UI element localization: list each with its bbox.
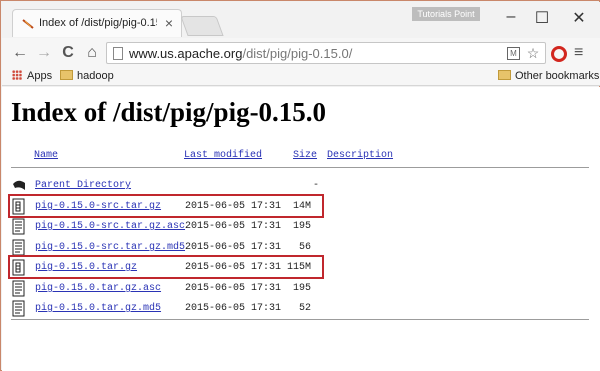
- text-file-icon: [12, 280, 25, 297]
- file-size: 52: [298, 303, 311, 314]
- parent-directory-row: Parent Directory -: [11, 177, 531, 195]
- file-link[interactable]: pig-0.15.0-src.tar.gz.asc: [35, 221, 185, 232]
- reload-icon[interactable]: C: [58, 43, 78, 63]
- column-header-description[interactable]: Description: [327, 150, 393, 161]
- file-size: 56: [298, 242, 311, 253]
- url-text[interactable]: www.us.apache.org/dist/pig/pig-0.15.0/: [129, 46, 352, 61]
- footer-divider: [11, 319, 589, 320]
- title-bar: Index of /dist/pig/pig-0.15 × Tutorials …: [2, 2, 600, 38]
- browser-window: Index of /dist/pig/pig-0.15 × Tutorials …: [0, 0, 600, 371]
- text-file-icon: [12, 218, 25, 235]
- parent-size: -: [312, 180, 319, 191]
- address-bar[interactable]: www.us.apache.org/dist/pig/pig-0.15.0/ M…: [106, 42, 546, 64]
- file-modified: 2015-06-05 17:31: [185, 221, 282, 232]
- tab-title: Index of /dist/pig/pig-0.15: [39, 17, 157, 29]
- text-file-icon: [12, 300, 25, 317]
- brand-watermark: Tutorials Point: [412, 7, 480, 21]
- page-title: Index of /dist/pig/pig-0.15.0: [11, 97, 327, 127]
- menu-icon[interactable]: ≡: [574, 44, 583, 62]
- highlight-box: [8, 255, 324, 279]
- column-header-size[interactable]: Size: [293, 150, 317, 161]
- folder-icon: [498, 70, 511, 80]
- navigation-toolbar: ← → C ⌂ www.us.apache.org/dist/pig/pig-0…: [2, 38, 600, 68]
- star-icon[interactable]: ☆: [525, 45, 541, 61]
- parent-directory-link[interactable]: Parent Directory: [35, 180, 131, 191]
- bookmark-other[interactable]: Other bookmarks: [498, 70, 599, 82]
- table-row: pig-0.15.0.tar.gz.asc 2015-06-05 17:31 195: [11, 280, 531, 298]
- forward-icon[interactable]: →: [34, 43, 54, 63]
- file-link[interactable]: pig-0.15.0-src.tar.gz.md5: [35, 242, 185, 253]
- bookmark-hadoop-label: hadoop: [77, 70, 114, 82]
- bookmark-apps-label: Apps: [27, 70, 53, 82]
- tab-close-icon[interactable]: ×: [165, 15, 173, 31]
- header-divider: [11, 167, 589, 168]
- bookmark-apps[interactable]: Apps: [12, 70, 52, 82]
- minimize-icon[interactable]: –: [496, 8, 526, 26]
- page-content: Index of /dist/pig/pig-0.15.0 Name Last …: [2, 87, 600, 371]
- file-modified: 2015-06-05 17:31: [185, 283, 282, 294]
- bookmarks-bar: Apps hadoop Other bookmarks: [2, 68, 600, 86]
- file-link[interactable]: pig-0.15.0.tar.gz.asc: [35, 283, 161, 294]
- bookmark-hadoop[interactable]: hadoop: [60, 70, 114, 82]
- apps-grid-icon: [12, 70, 22, 80]
- close-window-icon[interactable]: ✕: [564, 8, 594, 28]
- file-size: 195: [292, 221, 311, 232]
- folder-icon: [60, 70, 73, 80]
- table-row: pig-0.15.0-src.tar.gz.asc 2015-06-05 17:3…: [11, 218, 531, 236]
- file-modified: 2015-06-05 17:31: [185, 303, 282, 314]
- column-header-name[interactable]: Name: [34, 150, 58, 161]
- ext-icon[interactable]: M: [507, 47, 520, 60]
- url-domain: www.us.apache.org: [129, 46, 243, 61]
- back-icon[interactable]: ←: [10, 43, 30, 63]
- url-path: /dist/pig/pig-0.15.0/: [242, 46, 353, 61]
- back-arrow-icon: [13, 180, 25, 190]
- highlight-box: [8, 194, 324, 218]
- tab-active[interactable]: Index of /dist/pig/pig-0.15 ×: [12, 9, 182, 37]
- file-size: 195: [292, 283, 311, 294]
- file-link[interactable]: pig-0.15.0.tar.gz.md5: [35, 303, 161, 314]
- table-row: pig-0.15.0.tar.gz.md5 2015-06-05 17:31 52: [11, 300, 531, 318]
- new-tab-button[interactable]: [180, 16, 224, 36]
- apache-feather-icon: [22, 19, 34, 29]
- bookmark-other-label: Other bookmarks: [515, 70, 600, 82]
- home-icon[interactable]: ⌂: [82, 43, 102, 63]
- maximize-icon[interactable]: ☐: [527, 8, 557, 28]
- file-modified: 2015-06-05 17:31: [185, 242, 282, 253]
- page-icon: [113, 47, 123, 60]
- opera-icon[interactable]: [551, 46, 567, 62]
- column-header-modified[interactable]: Last modified: [184, 150, 262, 161]
